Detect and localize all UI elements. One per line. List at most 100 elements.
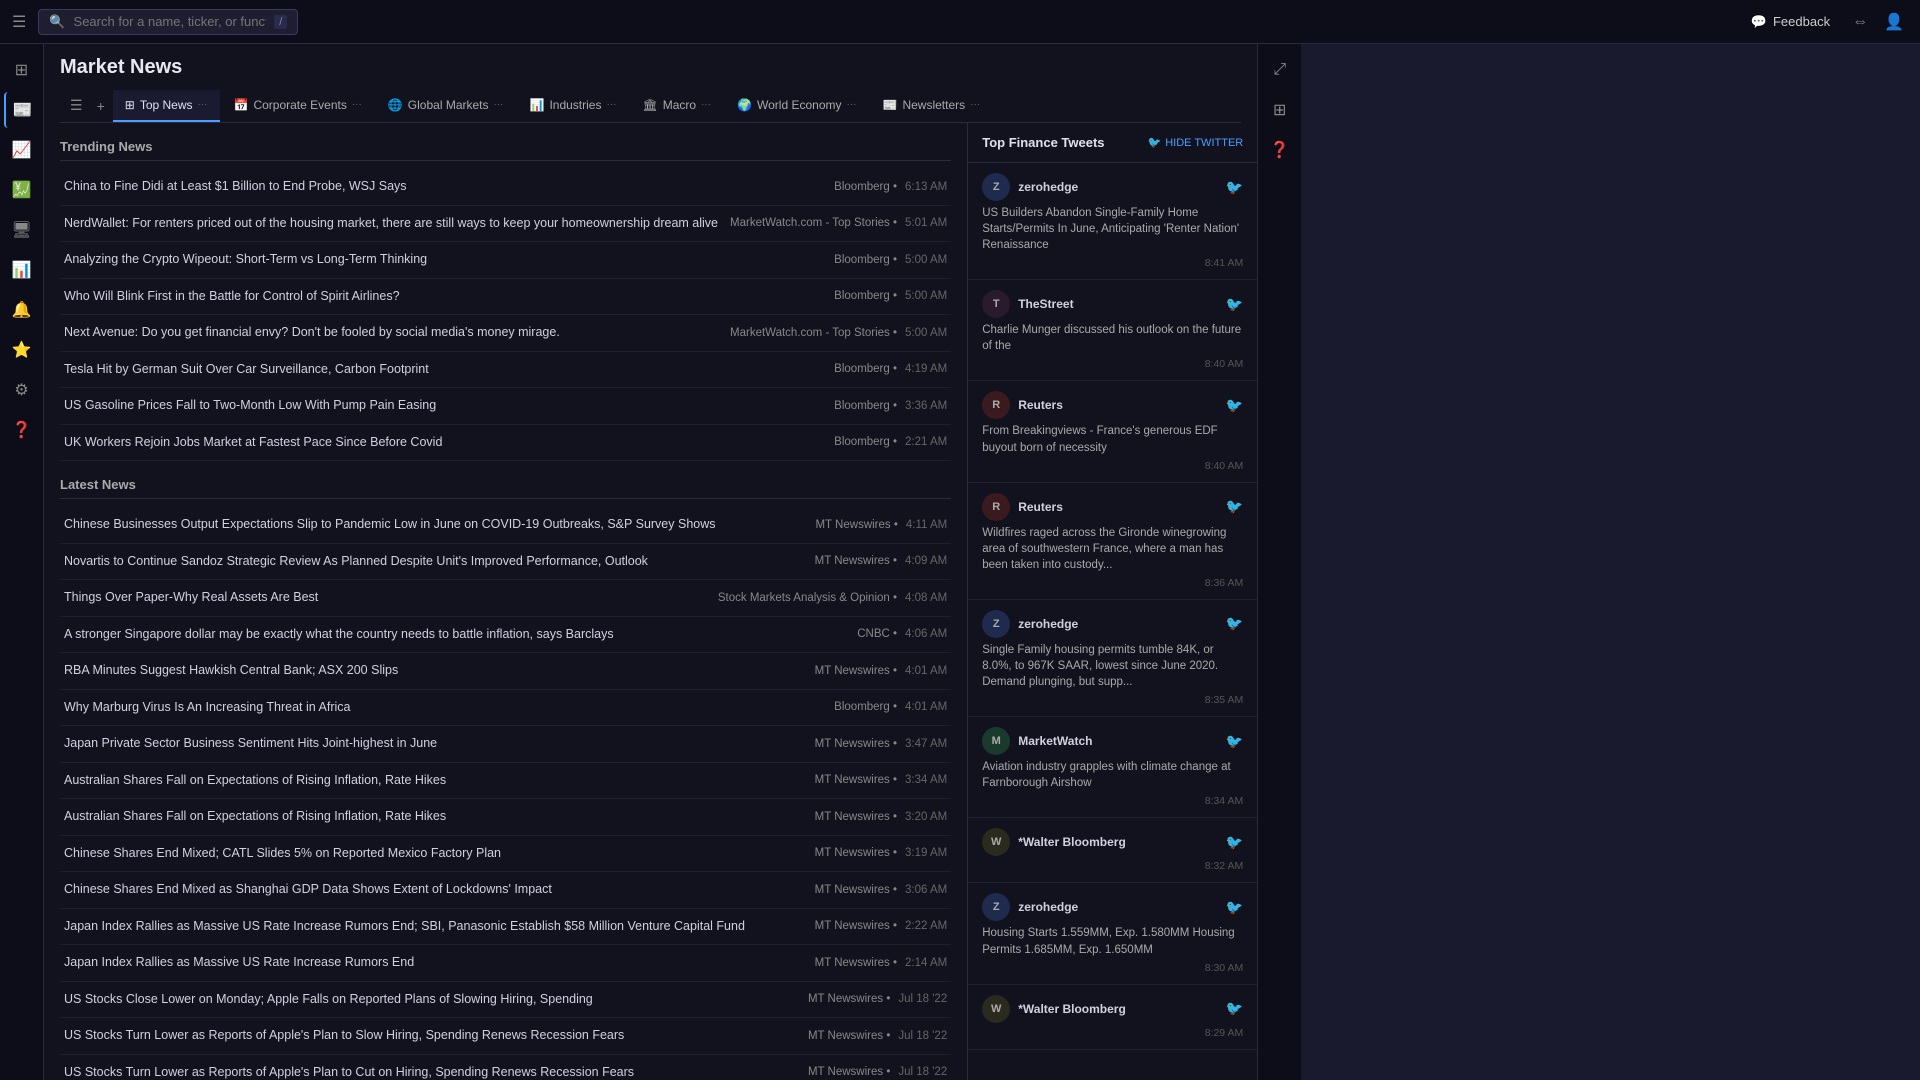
- sidebar-watchlist[interactable]: ⭐: [4, 332, 40, 368]
- tab-macro-label: Macro: [663, 98, 696, 112]
- trending-news-item[interactable]: US Gasoline Prices Fall to Two-Month Low…: [60, 388, 951, 425]
- tweet-avatar: Z: [982, 893, 1010, 921]
- tweet-item[interactable]: M MarketWatch 🐦 Aviation industry grappl…: [968, 717, 1257, 818]
- tweet-time: 8:36 AM: [982, 577, 1243, 589]
- hide-twitter-button[interactable]: 🐦 HIDE TWITTER: [1148, 136, 1244, 149]
- news-headline: Chinese Shares End Mixed as Shanghai GDP…: [64, 881, 803, 899]
- trending-news-item[interactable]: NerdWallet: For renters priced out of th…: [60, 206, 951, 243]
- tweet-content: Charlie Munger discussed his outlook on …: [982, 322, 1243, 354]
- add-tab-button[interactable]: +: [91, 90, 111, 122]
- latest-news-item[interactable]: Australian Shares Fall on Expectations o…: [60, 799, 951, 836]
- latest-news-item[interactable]: A stronger Singapore dollar may be exact…: [60, 617, 951, 654]
- latest-news-item[interactable]: US Stocks Turn Lower as Reports of Apple…: [60, 1018, 951, 1055]
- news-source: MT Newswires •: [815, 811, 897, 823]
- tweet-time: 8:41 AM: [982, 257, 1243, 269]
- right-sidebar-help[interactable]: ❓: [1262, 132, 1298, 168]
- search-input[interactable]: [74, 14, 267, 29]
- latest-news-item[interactable]: US Stocks Turn Lower as Reports of Apple…: [60, 1055, 951, 1080]
- sidebar-home[interactable]: ⊞: [4, 52, 40, 88]
- news-source: Bloomberg •: [834, 181, 897, 193]
- tab-corporate-events[interactable]: 📅 Corporate Events ···: [222, 90, 374, 122]
- news-source: CNBC •: [857, 628, 897, 640]
- trending-news-item[interactable]: China to Fine Didi at Least $1 Billion t…: [60, 169, 951, 206]
- search-box[interactable]: 🔍 /: [38, 9, 298, 35]
- tab-newsletters[interactable]: 📰 Newsletters ···: [871, 90, 993, 122]
- sidebar-portfolio[interactable]: 💹: [4, 172, 40, 208]
- hamburger-icon[interactable]: ☰: [12, 12, 26, 32]
- feedback-button[interactable]: 💬 Feedback: [1741, 10, 1840, 34]
- sidebar-settings[interactable]: ⚙: [4, 372, 40, 408]
- tab-world-economy[interactable]: 🌍 World Economy ···: [725, 90, 868, 122]
- sidebar-terminal[interactable]: 🖥: [4, 212, 40, 248]
- latest-news-item[interactable]: Japan Index Rallies as Massive US Rate I…: [60, 909, 951, 946]
- sidebar-markets[interactable]: 📈: [4, 132, 40, 168]
- news-time: 4:11 AM: [906, 519, 947, 531]
- news-source: Bloomberg •: [834, 290, 897, 302]
- tabs-menu-icon[interactable]: ☰: [64, 89, 89, 122]
- news-headline: China to Fine Didi at Least $1 Billion t…: [64, 178, 822, 196]
- tweet-time: 8:32 AM: [982, 860, 1243, 872]
- latest-news-item[interactable]: US Stocks Close Lower on Monday; Apple F…: [60, 982, 951, 1019]
- trending-news-item[interactable]: UK Workers Rejoin Jobs Market at Fastest…: [60, 425, 951, 462]
- sidebar-alerts[interactable]: 🔔: [4, 292, 40, 328]
- sidebar-analytics[interactable]: 📊: [4, 252, 40, 288]
- latest-news-item[interactable]: Japan Private Sector Business Sentiment …: [60, 726, 951, 763]
- tab-world-economy-dots: ···: [847, 99, 857, 110]
- tweet-username: zerohedge: [1018, 900, 1218, 914]
- news-time: 4:01 AM: [905, 701, 947, 713]
- news-source: MT Newswires •: [808, 1030, 890, 1042]
- news-meta: MarketWatch.com - Top Stories • 5:00 AM: [730, 327, 947, 339]
- news-source: MarketWatch.com - Top Stories •: [730, 327, 897, 339]
- latest-news-item[interactable]: Things Over Paper-Why Real Assets Are Be…: [60, 580, 951, 617]
- news-source: Bloomberg •: [834, 363, 897, 375]
- latest-news-item[interactable]: Chinese Shares End Mixed as Shanghai GDP…: [60, 872, 951, 909]
- tab-top-news[interactable]: ⊞ Top News ···: [113, 90, 220, 122]
- tweet-item[interactable]: Z zerohedge 🐦 Housing Starts 1.559MM, Ex…: [968, 883, 1257, 984]
- tweet-avatar: R: [982, 493, 1010, 521]
- news-headline: Chinese Businesses Output Expectations S…: [64, 516, 803, 534]
- latest-news-item[interactable]: Chinese Shares End Mixed; CATL Slides 5%…: [60, 836, 951, 873]
- tweet-item[interactable]: T TheStreet 🐦 Charlie Munger discussed h…: [968, 280, 1257, 381]
- tweet-item[interactable]: R Reuters 🐦 From Breakingviews - France'…: [968, 381, 1257, 482]
- tab-global-markets[interactable]: 🌐 Global Markets ···: [376, 90, 516, 122]
- news-meta: MT Newswires • Jul 18 '22: [808, 1030, 947, 1042]
- news-headline: A stronger Singapore dollar may be exact…: [64, 626, 845, 644]
- user-avatar[interactable]: 👤: [1880, 8, 1908, 36]
- latest-news-item[interactable]: RBA Minutes Suggest Hawkish Central Bank…: [60, 653, 951, 690]
- page-title: Market News: [60, 56, 1241, 79]
- right-sidebar-expand[interactable]: ⤢: [1262, 52, 1298, 88]
- tweet-item[interactable]: Z zerohedge 🐦 Single Family housing perm…: [968, 600, 1257, 717]
- tweet-item[interactable]: W *Walter Bloomberg 🐦 8:32 AM: [968, 818, 1257, 883]
- trending-news-item[interactable]: Who Will Blink First in the Battle for C…: [60, 279, 951, 316]
- trending-news-item[interactable]: Analyzing the Crypto Wipeout: Short-Term…: [60, 242, 951, 279]
- news-headline: Why Marburg Virus Is An Increasing Threa…: [64, 699, 822, 717]
- latest-news-item[interactable]: Chinese Businesses Output Expectations S…: [60, 507, 951, 544]
- news-meta: CNBC • 4:06 AM: [857, 628, 947, 640]
- sidebar-news[interactable]: 📰: [4, 92, 40, 128]
- tab-corporate-events-label: Corporate Events: [253, 98, 346, 112]
- feedback-label: Feedback: [1773, 14, 1830, 29]
- tab-macro[interactable]: 🏛 Macro ···: [630, 90, 723, 122]
- tab-global-markets-dots: ···: [494, 99, 504, 110]
- sidebar-help[interactable]: ❓: [4, 412, 40, 448]
- latest-news-item[interactable]: Japan Index Rallies as Massive US Rate I…: [60, 945, 951, 982]
- right-sidebar-grid[interactable]: ⊞: [1262, 92, 1298, 128]
- tweet-item[interactable]: W *Walter Bloomberg 🐦 8:29 AM: [968, 985, 1257, 1050]
- news-time: 5:00 AM: [905, 254, 947, 266]
- latest-news-item[interactable]: Why Marburg Virus Is An Increasing Threa…: [60, 690, 951, 727]
- twitter-icon: 🐦: [1226, 899, 1243, 916]
- trending-news-item[interactable]: Tesla Hit by German Suit Over Car Survei…: [60, 352, 951, 389]
- latest-news-item[interactable]: Novartis to Continue Sandoz Strategic Re…: [60, 544, 951, 581]
- news-time: 4:06 AM: [905, 628, 947, 640]
- tab-industries[interactable]: 📊 Industries ···: [518, 90, 629, 122]
- hide-twitter-label: HIDE TWITTER: [1165, 137, 1243, 149]
- tab-macro-dots: ···: [701, 99, 711, 110]
- tweet-item[interactable]: Z zerohedge 🐦 US Builders Abandon Single…: [968, 163, 1257, 280]
- layout-icon[interactable]: ⇔: [1848, 9, 1872, 35]
- latest-news-item[interactable]: Australian Shares Fall on Expectations o…: [60, 763, 951, 800]
- trending-news-item[interactable]: Next Avenue: Do you get financial envy? …: [60, 315, 951, 352]
- tweet-item[interactable]: R Reuters 🐦 Wildfires raged across the G…: [968, 483, 1257, 600]
- news-source: MT Newswires •: [815, 774, 897, 786]
- tweet-header: W *Walter Bloomberg 🐦: [982, 995, 1243, 1023]
- tabs-bar: ☰ + ⊞ Top News ··· 📅 Corporate Events ··…: [60, 89, 1241, 123]
